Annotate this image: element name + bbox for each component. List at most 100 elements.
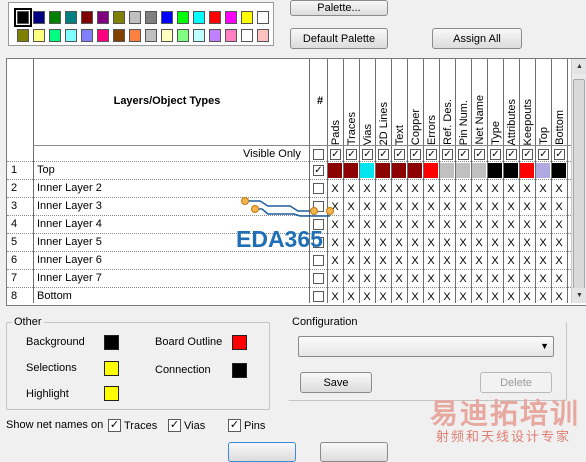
- layer-hidden-cell[interactable]: X: [552, 235, 566, 251]
- layer-hidden-cell[interactable]: X: [360, 235, 374, 251]
- column-visible-checkbox[interactable]: ✓: [442, 149, 453, 160]
- layer-hidden-cell[interactable]: X: [456, 199, 470, 215]
- palette-swatch[interactable]: [113, 11, 125, 24]
- palette-swatch[interactable]: [65, 11, 77, 24]
- column-visible-checkbox[interactable]: ✓: [538, 149, 549, 160]
- layer-hidden-cell[interactable]: X: [440, 289, 454, 305]
- layer-visible-checkbox[interactable]: ✓: [313, 165, 324, 176]
- layer-hidden-cell[interactable]: X: [424, 235, 438, 251]
- layer-hidden-cell[interactable]: X: [392, 235, 406, 251]
- palette-swatch[interactable]: [209, 29, 221, 42]
- layer-color-cell[interactable]: [536, 163, 550, 178]
- layer-hidden-cell[interactable]: X: [424, 217, 438, 233]
- column-visible-checkbox[interactable]: ✓: [458, 149, 469, 160]
- layer-hidden-cell[interactable]: X: [424, 253, 438, 269]
- layer-hidden-cell[interactable]: X: [520, 253, 534, 269]
- layer-hidden-cell[interactable]: X: [392, 253, 406, 269]
- layer-hidden-cell[interactable]: X: [408, 199, 422, 215]
- layer-visible-checkbox[interactable]: [313, 255, 324, 266]
- layer-hidden-cell[interactable]: X: [488, 253, 502, 269]
- palette-swatch[interactable]: [225, 29, 237, 42]
- layer-hidden-cell[interactable]: X: [552, 199, 566, 215]
- layer-hidden-cell[interactable]: X: [440, 199, 454, 215]
- palette-swatch[interactable]: [129, 29, 141, 42]
- layer-color-cell[interactable]: [328, 163, 342, 178]
- column-header-type[interactable]: Type: [489, 61, 503, 145]
- layer-hidden-cell[interactable]: X: [344, 271, 358, 287]
- palette-swatch[interactable]: [193, 11, 205, 24]
- layer-hidden-cell[interactable]: X: [376, 253, 390, 269]
- layer-hidden-cell[interactable]: X: [552, 217, 566, 233]
- layer-color-cell[interactable]: [520, 163, 534, 178]
- layer-hidden-cell[interactable]: X: [456, 235, 470, 251]
- layer-hidden-cell[interactable]: X: [408, 235, 422, 251]
- save-button[interactable]: Save: [300, 372, 372, 393]
- layer-hidden-cell[interactable]: X: [328, 271, 342, 287]
- layer-color-cell[interactable]: [408, 163, 422, 178]
- layer-hidden-cell[interactable]: X: [424, 289, 438, 305]
- column-visible-checkbox[interactable]: ✓: [410, 149, 421, 160]
- layer-hidden-cell[interactable]: X: [472, 235, 486, 251]
- layer-hidden-cell[interactable]: X: [488, 181, 502, 197]
- column-visible-checkbox[interactable]: ✓: [490, 149, 501, 160]
- palette-swatch[interactable]: [209, 11, 221, 24]
- layer-hidden-cell[interactable]: X: [328, 253, 342, 269]
- layer-hidden-cell[interactable]: X: [488, 289, 502, 305]
- palette-swatch[interactable]: [241, 29, 253, 42]
- layer-hidden-cell[interactable]: X: [328, 235, 342, 251]
- layer-hidden-cell[interactable]: X: [392, 289, 406, 305]
- layer-hidden-cell[interactable]: X: [360, 289, 374, 305]
- palette-swatch[interactable]: [193, 29, 205, 42]
- layer-hidden-cell[interactable]: X: [504, 199, 518, 215]
- layer-hidden-cell[interactable]: X: [504, 289, 518, 305]
- visible-only-checkbox[interactable]: [313, 149, 324, 160]
- palette-swatch[interactable]: [14, 8, 32, 27]
- background-color-swatch[interactable]: [104, 335, 119, 350]
- palette-swatch[interactable]: [81, 11, 93, 24]
- layer-hidden-cell[interactable]: X: [520, 217, 534, 233]
- palette-swatch[interactable]: [81, 29, 93, 42]
- layer-color-cell[interactable]: [392, 163, 406, 178]
- layer-hidden-cell[interactable]: X: [536, 181, 550, 197]
- layer-hidden-cell[interactable]: X: [456, 253, 470, 269]
- column-header-errors[interactable]: Errors: [425, 61, 439, 145]
- column-header-traces[interactable]: Traces: [345, 61, 359, 145]
- layer-hidden-cell[interactable]: X: [424, 199, 438, 215]
- layer-hidden-cell[interactable]: X: [472, 271, 486, 287]
- layer-hidden-cell[interactable]: X: [456, 271, 470, 287]
- palette-swatch[interactable]: [65, 29, 77, 42]
- layer-hidden-cell[interactable]: X: [504, 235, 518, 251]
- layer-visible-checkbox[interactable]: [313, 291, 324, 302]
- layer-hidden-cell[interactable]: X: [392, 217, 406, 233]
- layer-color-cell[interactable]: [472, 163, 486, 178]
- layer-color-cell[interactable]: [424, 163, 438, 178]
- layer-hidden-cell[interactable]: X: [488, 271, 502, 287]
- layer-hidden-cell[interactable]: X: [360, 199, 374, 215]
- delete-button[interactable]: Delete: [480, 372, 552, 393]
- layer-visible-checkbox[interactable]: [313, 183, 324, 194]
- palette-swatch[interactable]: [225, 11, 237, 24]
- palette-swatch[interactable]: [17, 29, 29, 42]
- layer-hidden-cell[interactable]: X: [472, 199, 486, 215]
- layer-hidden-cell[interactable]: X: [392, 199, 406, 215]
- column-visible-checkbox[interactable]: ✓: [474, 149, 485, 160]
- palette-swatch[interactable]: [257, 29, 269, 42]
- default-palette-button[interactable]: Default Palette: [290, 28, 388, 49]
- layer-hidden-cell[interactable]: X: [424, 181, 438, 197]
- layer-hidden-cell[interactable]: X: [408, 289, 422, 305]
- column-visible-checkbox[interactable]: ✓: [554, 149, 565, 160]
- layer-hidden-cell[interactable]: X: [408, 253, 422, 269]
- palette-swatch[interactable]: [177, 11, 189, 24]
- layer-hidden-cell[interactable]: X: [552, 289, 566, 305]
- column-visible-checkbox[interactable]: ✓: [330, 149, 341, 160]
- column-header-2d-lines[interactable]: 2D Lines: [377, 61, 391, 145]
- palette-swatch[interactable]: [49, 29, 61, 42]
- layer-hidden-cell[interactable]: X: [408, 271, 422, 287]
- layer-hidden-cell[interactable]: X: [504, 271, 518, 287]
- layer-hidden-cell[interactable]: X: [536, 199, 550, 215]
- layer-hidden-cell[interactable]: X: [376, 235, 390, 251]
- layer-hidden-cell[interactable]: X: [504, 217, 518, 233]
- layer-hidden-cell[interactable]: X: [520, 289, 534, 305]
- palette-swatch[interactable]: [129, 11, 141, 24]
- palette-swatch[interactable]: [241, 11, 253, 24]
